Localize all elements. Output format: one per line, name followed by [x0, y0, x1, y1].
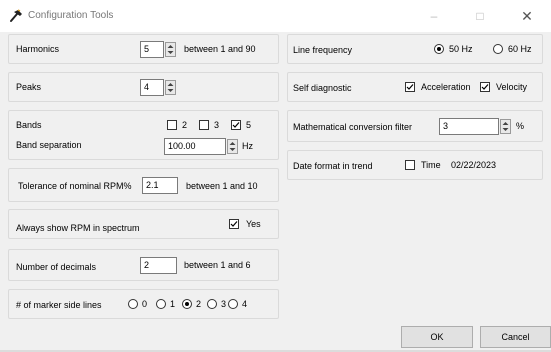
harmonics-input[interactable]: 5 [140, 41, 164, 58]
tolerance-hint: between 1 and 10 [186, 181, 258, 191]
conversion-filter-input[interactable]: 3 [439, 118, 499, 135]
band-5-checkbox[interactable] [231, 120, 241, 130]
bands-panel: Bands 2 3 5 Band separation 100.00 Hz [8, 110, 279, 160]
spinner-arrows-icon [167, 45, 174, 54]
freq-50hz-radio[interactable] [434, 44, 444, 54]
rpm-yes-label: Yes [246, 219, 261, 229]
maximize-button[interactable]: □ [470, 6, 490, 26]
date-format-label: Date format in trend [293, 161, 373, 171]
decimals-hint: between 1 and 6 [184, 260, 251, 270]
peaks-panel: Peaks 4 [8, 72, 279, 102]
band-separation-input[interactable]: 100.00 [164, 138, 226, 155]
acceleration-label: Acceleration [421, 82, 471, 92]
line-frequency-panel: Line frequency 50 Hz 60 Hz [287, 34, 543, 64]
tolerance-input[interactable]: 2.1 [142, 177, 178, 194]
checkmark-icon [406, 84, 414, 90]
checkmark-icon [481, 84, 489, 90]
close-button[interactable]: ✕ [517, 6, 537, 26]
band-5-label: 5 [246, 120, 252, 130]
ok-button[interactable]: OK [401, 326, 473, 348]
marker-3-label: 3 [221, 299, 227, 309]
marker-lines-label: # of marker side lines [16, 300, 102, 310]
velocity-checkbox[interactable] [480, 82, 490, 92]
rpm-spectrum-panel: Always show RPM in spectrum Yes [8, 209, 279, 239]
freq-50hz-label: 50 Hz [449, 44, 473, 54]
spinner-arrows-icon [502, 122, 509, 131]
band-2-checkbox[interactable] [167, 120, 177, 130]
marker-lines-panel: # of marker side lines 0 1 2 3 4 [8, 289, 279, 319]
harmonics-label: Harmonics [16, 44, 60, 54]
rpm-yes-checkbox[interactable] [229, 219, 239, 229]
spinner-arrows-icon [167, 83, 174, 92]
band-3-checkbox[interactable] [199, 120, 209, 130]
trend-date: 02/22/2023 [451, 160, 497, 170]
freq-60hz-label: 60 Hz [508, 44, 532, 54]
band-separation-spinner[interactable] [227, 139, 238, 154]
freq-60hz-radio[interactable] [493, 44, 503, 54]
peaks-spinner[interactable] [165, 80, 176, 95]
peaks-label: Peaks [16, 82, 42, 92]
time-label: Time [421, 160, 441, 170]
time-checkbox[interactable] [405, 160, 415, 170]
marker-1-radio[interactable] [156, 299, 166, 309]
marker-2-radio[interactable] [182, 299, 192, 309]
harmonics-hint: between 1 and 90 [184, 44, 256, 54]
band-3-label: 3 [214, 120, 220, 130]
bands-label: Bands [16, 120, 42, 130]
window-title: Configuration Tools [28, 10, 114, 21]
line-frequency-label: Line frequency [293, 45, 353, 55]
marker-1-label: 1 [170, 299, 176, 309]
checkmark-icon [230, 221, 238, 227]
band-separation-unit: Hz [242, 141, 253, 151]
title-bar: Configuration Tools – □ ✕ [0, 0, 551, 32]
peaks-input[interactable]: 4 [140, 79, 164, 96]
marker-2-label: 2 [196, 299, 202, 309]
decimals-input[interactable]: 2 [140, 257, 177, 274]
acceleration-checkbox[interactable] [405, 82, 415, 92]
marker-0-radio[interactable] [128, 299, 138, 309]
hammer-icon [10, 9, 22, 22]
band-2-label: 2 [182, 120, 188, 130]
marker-4-label: 4 [242, 299, 248, 309]
conversion-filter-spinner[interactable] [500, 119, 511, 134]
spinner-arrows-icon [229, 142, 236, 151]
cancel-button[interactable]: Cancel [480, 326, 551, 348]
conversion-filter-label: Mathematical conversion filter [293, 122, 413, 132]
conversion-filter-panel: Mathematical conversion filter 3 % [287, 110, 543, 142]
rpm-spectrum-label: Always show RPM in spectrum [16, 223, 140, 233]
tolerance-panel: Tolerance of nominal RPM% 2.1 between 1 … [8, 168, 279, 202]
decimals-panel: Number of decimals 2 between 1 and 6 [8, 249, 279, 281]
self-diagnostic-label: Self diagnostic [293, 83, 352, 93]
band-separation-label: Band separation [16, 140, 82, 150]
self-diagnostic-panel: Self diagnostic Acceleration Velocity [287, 72, 543, 102]
marker-0-label: 0 [142, 299, 148, 309]
harmonics-spinner[interactable] [165, 42, 176, 57]
conversion-filter-unit: % [516, 121, 525, 131]
checkmark-icon [232, 122, 240, 128]
velocity-label: Velocity [496, 82, 528, 92]
decimals-label: Number of decimals [16, 262, 97, 272]
tolerance-label: Tolerance of nominal RPM% [18, 181, 132, 191]
marker-4-radio[interactable] [228, 299, 238, 309]
date-format-panel: Date format in trend Time 02/22/2023 [287, 150, 543, 180]
marker-3-radio[interactable] [207, 299, 217, 309]
harmonics-panel: Harmonics 5 between 1 and 90 [8, 34, 279, 64]
minimize-button[interactable]: – [424, 6, 444, 26]
